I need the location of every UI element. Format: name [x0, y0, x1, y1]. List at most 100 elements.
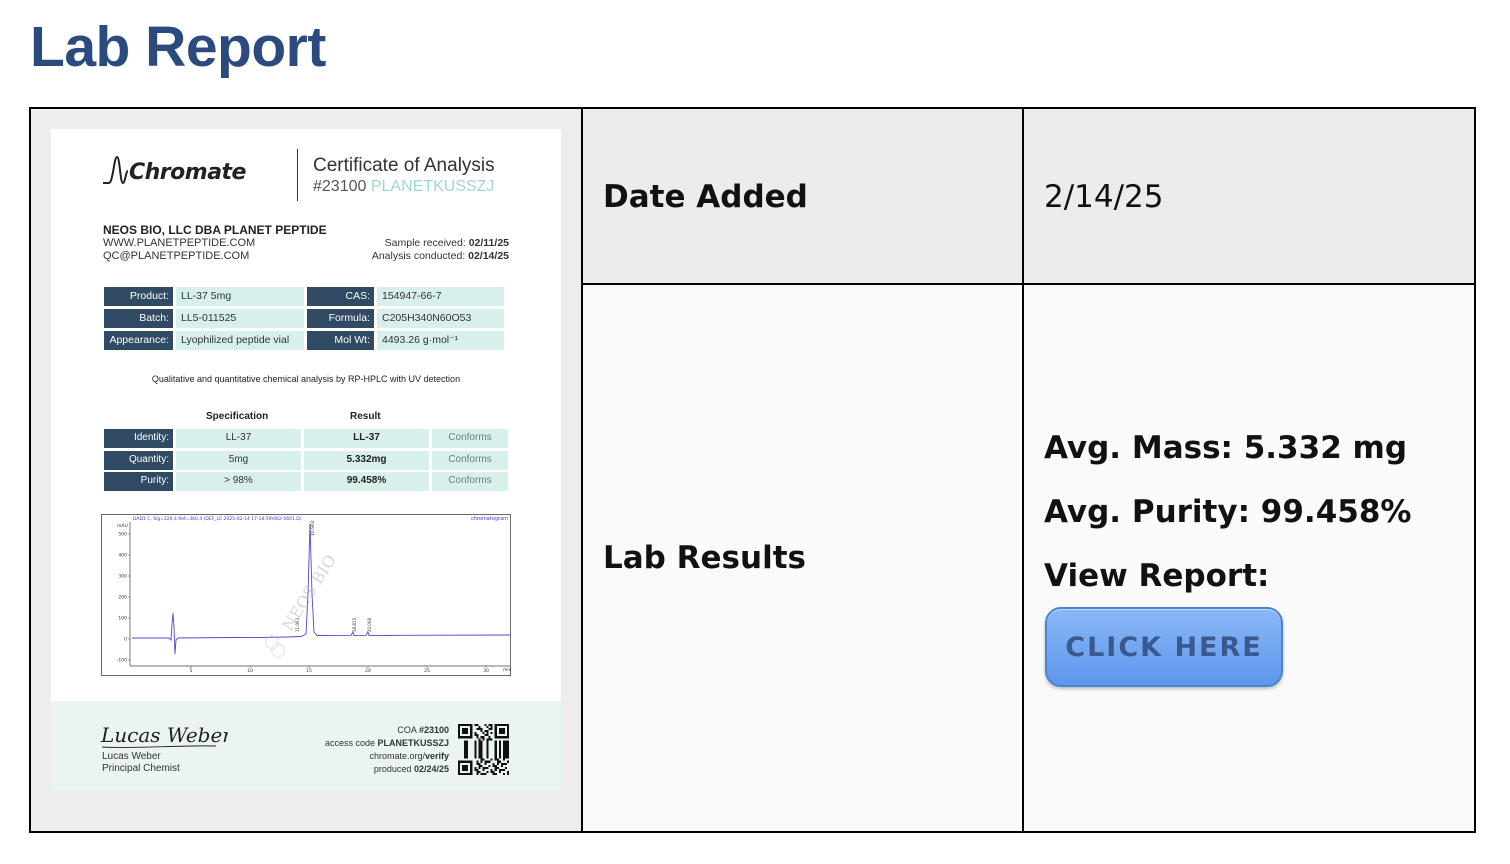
sample-received-date: 02/11/25 [468, 237, 509, 249]
x-unit: min [503, 667, 511, 673]
company-website: WWW.PLANETPEPTIDE.COM [103, 237, 256, 249]
test-spec: LL-37 [176, 429, 301, 448]
y-tick-label: -100 [117, 658, 127, 664]
test-row-quantity: Quantity: 5mg 5.332mg Conforms [104, 451, 508, 470]
test-status: Conforms [432, 429, 508, 448]
info-row: Formula: C205H340N60O53 [307, 309, 504, 328]
verify-domain: chromate.org/ [369, 751, 425, 761]
certificate-of-analysis: Chromate Certificate of Analysis #23100 … [51, 129, 561, 791]
analysis-conducted-label: Analysis conducted: [371, 250, 466, 262]
company-name: NEOS BIO, LLC DBA PLANET PEPTIDE [103, 223, 327, 237]
coa-number: #23100 [313, 178, 367, 195]
signature-text: Lucas Weber [100, 723, 228, 747]
page-title: Lab Report [30, 15, 326, 79]
y-tick-label: 400 [118, 553, 127, 559]
test-status: Conforms [432, 472, 508, 491]
info-value: 4493.26 g·mol⁻¹ [377, 331, 504, 350]
info-value: C205H340N60O53 [377, 309, 504, 328]
y-tick-label: 0 [124, 637, 127, 643]
lab-results-label: Lab Results [603, 540, 806, 576]
chromatogram-tag: chromatogram [471, 516, 508, 522]
info-value: Lyophilized peptide vial [176, 331, 304, 350]
x-tick-label: 15 [306, 668, 312, 674]
main-peak-label: 10.902 [310, 520, 316, 536]
test-label: Purity: [104, 472, 173, 491]
info-row: Appearance: Lyophilized peptide vial [104, 331, 304, 350]
info-label: CAS: [307, 287, 374, 306]
info-row: Product: LL-37 5mg [104, 287, 304, 306]
company-email: QC@PLANETPEPTIDE.COM [103, 250, 250, 262]
signer-name: Lucas Weber [102, 751, 161, 762]
test-status: Conforms [432, 451, 508, 470]
test-result: LL-37 [304, 429, 429, 448]
date-added-label-cell: Date Added [583, 109, 1024, 285]
info-row: Batch: LL5-011525 [104, 309, 304, 328]
qr-code-icon [458, 724, 509, 775]
header-divider [297, 149, 298, 201]
info-label: Mol Wt: [307, 331, 374, 350]
test-result: 5.332mg [304, 451, 429, 470]
coa-meta-verify: chromate.org/verify [369, 751, 449, 761]
click-here-button[interactable]: CLICK HERE [1045, 607, 1283, 687]
date-added-label: Date Added [603, 179, 808, 215]
x-tick-label: 30 [483, 668, 489, 674]
lab-results-value-cell: Avg. Mass: 5.332 mg Avg. Purity: 99.458%… [1024, 285, 1474, 831]
avg-mass: Avg. Mass: 5.332 mg [1044, 430, 1408, 466]
x-tick-label: 25 [424, 668, 430, 674]
test-spec: > 98% [176, 472, 301, 491]
y-unit: mAU [117, 523, 128, 529]
info-row: CAS: 154947-66-7 [307, 287, 504, 306]
chromate-logo-text: Chromate [129, 160, 246, 185]
avg-purity: Avg. Purity: 99.458% [1044, 494, 1412, 530]
x-tick-label: 10 [247, 668, 253, 674]
date-added-value-cell: 2/14/25 [1024, 109, 1474, 285]
coa-heading: Certificate of Analysis [313, 155, 495, 176]
date-added-value: 2/14/25 [1044, 179, 1164, 215]
info-label: Formula: [307, 309, 374, 328]
chromatogram-header: DAD1 C, Sig=220,4 Ref=360,4 (DEF_LC 2025… [133, 516, 302, 522]
info-value: LL-37 5mg [176, 287, 304, 306]
view-report-label: View Report: [1044, 558, 1270, 594]
test-label: Quantity: [104, 451, 173, 470]
y-tick-label: 100 [118, 616, 127, 622]
coa-number-line: #23100 PLANETKUSSZJ [313, 178, 494, 196]
chromatogram-chart: DAD1 C, Sig=220,4 Ref=360,4 (DEF_LC 2025… [101, 514, 511, 676]
lab-report-table: Chromate Certificate of Analysis #23100 … [29, 107, 1476, 833]
coa-meta-value: #23100 [418, 725, 449, 735]
coa-meta-produced: produced 02/24/25 [374, 764, 449, 774]
verify-path: verify [424, 751, 449, 761]
info-label: Batch: [104, 309, 173, 328]
signer-title: Principal Chemist [102, 763, 180, 774]
peak-label: 20.008 [367, 618, 372, 632]
info-row: Mol Wt: 4493.26 g·mol⁻¹ [307, 331, 504, 350]
analysis-conducted: Analysis conducted: 02/14/25 [372, 250, 509, 262]
access-code-value: PLANETKUSSZJ [377, 738, 449, 748]
x-tick-label: 20 [365, 668, 371, 674]
access-code-label: access code [324, 738, 375, 748]
info-value: LL5-011525 [176, 309, 304, 328]
x-tick-label: 5 [190, 668, 193, 674]
coa-meta-number: COA #23100 [397, 725, 449, 735]
peak-label: 18.815 [352, 618, 357, 632]
info-label: Appearance: [104, 331, 173, 350]
test-row-identity: Identity: LL-37 LL-37 Conforms [104, 429, 508, 448]
analysis-conducted-date: 02/14/25 [468, 250, 509, 262]
coa-meta-access: access code PLANETKUSSZJ [325, 738, 449, 748]
result-header: Result [350, 411, 381, 422]
sample-received: Sample received: 02/11/25 [385, 237, 509, 249]
test-spec: 5mg [176, 451, 301, 470]
coa-code: PLANETKUSSZJ [370, 178, 495, 195]
y-tick-label: 500 [118, 532, 127, 538]
y-tick-label: 300 [118, 574, 127, 580]
info-value: 154947-66-7 [377, 287, 504, 306]
info-label: Product: [104, 287, 173, 306]
test-row-purity: Purity: > 98% 99.458% Conforms [104, 472, 508, 491]
y-tick-label: 200 [118, 595, 127, 601]
produced-label: produced [373, 764, 412, 774]
analysis-method: Qualitative and quantitative chemical an… [151, 374, 461, 384]
produced-date: 02/24/25 [413, 764, 449, 774]
signature-image: Lucas Weber [100, 723, 228, 749]
coa-cell: Chromate Certificate of Analysis #23100 … [31, 109, 583, 831]
lab-results-label-cell: Lab Results [583, 285, 1024, 831]
coa-meta-label: COA [397, 725, 417, 735]
